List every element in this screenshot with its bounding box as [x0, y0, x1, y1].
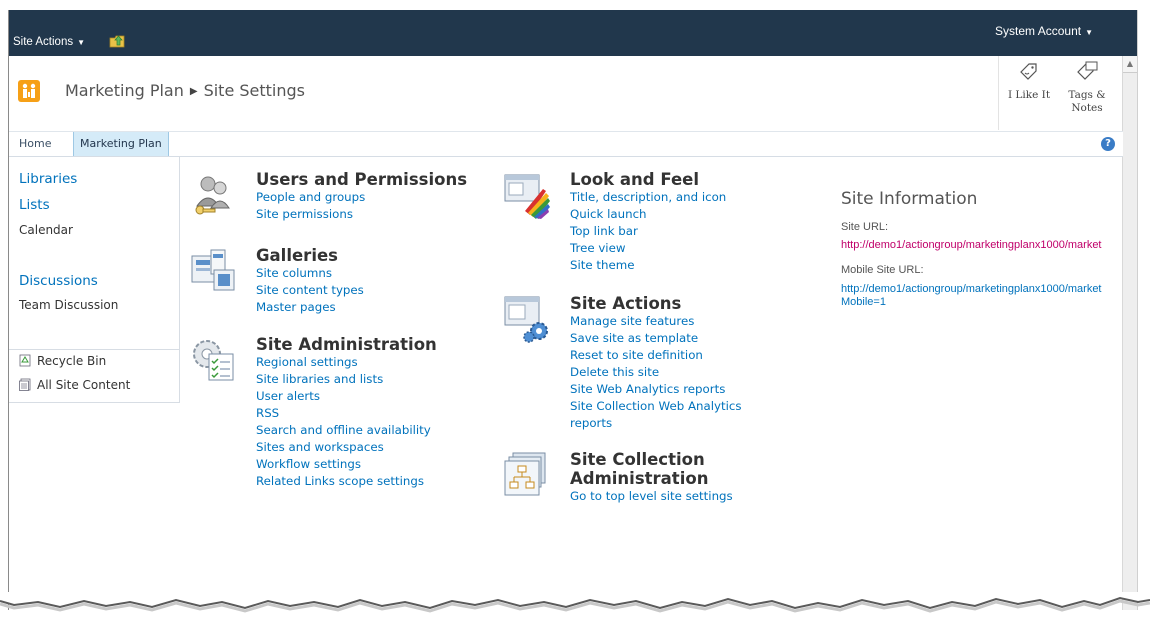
- site-web-analytics-link[interactable]: Site Web Analytics reports: [570, 381, 742, 398]
- site-columns-link[interactable]: Site columns: [256, 265, 364, 282]
- scroll-up-icon[interactable]: ▲: [1123, 56, 1137, 73]
- top-link-bar-link[interactable]: Top link bar: [570, 223, 726, 240]
- title-description-icon-link[interactable]: Title, description, and icon: [570, 189, 726, 206]
- galleries-icon: [191, 249, 235, 291]
- quick-launch-team-discussion[interactable]: Team Discussion: [19, 298, 118, 312]
- all-site-content-link[interactable]: All Site Content: [19, 378, 130, 392]
- site-actions-menu[interactable]: Site Actions ▼: [13, 36, 85, 48]
- site-collection-analytics-link[interactable]: Site Collection Web Analytics: [570, 398, 742, 415]
- related-links-scope-link[interactable]: Related Links scope settings: [256, 473, 437, 490]
- quick-launch-discussions[interactable]: Discussions: [19, 273, 98, 289]
- site-libraries-lists-link[interactable]: Site libraries and lists: [256, 371, 437, 388]
- tab-home[interactable]: Home: [13, 132, 57, 156]
- mobile-site-url-link[interactable]: http://demo1/actiongroup/marketingplanx1…: [841, 283, 1102, 309]
- galleries-title: Galleries: [256, 246, 338, 265]
- tag-icon: [1020, 63, 1037, 80]
- help-icon[interactable]: ?: [1101, 137, 1115, 151]
- breadcrumb-site-link[interactable]: Marketing Plan: [65, 81, 184, 100]
- sites-workspaces-link[interactable]: Sites and workspaces: [256, 439, 437, 456]
- users-permissions-title: Users and Permissions: [256, 170, 468, 189]
- site-collection-admin-icon: [504, 452, 546, 496]
- site-administration-icon: [193, 340, 234, 381]
- torn-edge-decoration: [0, 592, 1150, 613]
- quick-launch: Libraries Lists Calendar Discussions Tea…: [9, 156, 180, 403]
- site-collection-admin-title: Site Collection Administration: [570, 450, 733, 488]
- site-administration-section: Site Administration Regional settings Si…: [256, 335, 437, 490]
- users-permissions-section: Users and Permissions People and groups …: [256, 170, 467, 223]
- site-permissions-link[interactable]: Site permissions: [256, 206, 467, 223]
- save-site-template-link[interactable]: Save site as template: [570, 330, 742, 347]
- tags-notes-label: Tags & Notes: [1068, 89, 1106, 114]
- site-logo-icon[interactable]: [18, 80, 40, 102]
- top-level-site-settings-link[interactable]: Go to top level site settings: [570, 488, 733, 505]
- mobile-site-url-label: Mobile Site URL:: [841, 264, 924, 276]
- delete-site-link[interactable]: Delete this site: [570, 364, 742, 381]
- user-account-menu[interactable]: System Account ▼: [995, 24, 1093, 38]
- recycle-bin-link[interactable]: Recycle Bin: [19, 354, 106, 368]
- sharepoint-window: Site Actions ▼ System Account ▼ Marketing …: [8, 10, 1138, 610]
- site-theme-link[interactable]: Site theme: [570, 257, 726, 274]
- look-and-feel-section: Look and Feel Title, description, and ic…: [570, 170, 726, 274]
- site-collection-admin-title-line2: Administration: [570, 469, 709, 488]
- quick-launch-link[interactable]: Quick launch: [570, 206, 726, 223]
- quick-launch-calendar[interactable]: Calendar: [19, 223, 73, 237]
- rss-link[interactable]: RSS: [256, 405, 437, 422]
- look-and-feel-icon: [504, 174, 550, 219]
- users-permissions-icon: [195, 176, 230, 215]
- quick-launch-divider: [9, 349, 179, 350]
- account-label: System Account: [995, 24, 1082, 38]
- tree-view-link[interactable]: Tree view: [570, 240, 726, 257]
- all-site-content-label: All Site Content: [37, 378, 131, 392]
- site-actions-section: Site Actions Manage site features Save s…: [570, 294, 742, 432]
- site-url-label: Site URL:: [841, 221, 889, 233]
- site-actions-icon: [504, 296, 548, 343]
- manage-site-features-link[interactable]: Manage site features: [570, 313, 742, 330]
- chevron-down-icon: ▼: [77, 38, 86, 47]
- user-alerts-link[interactable]: User alerts: [256, 388, 437, 405]
- top-link-bar: Home Marketing Plan ?: [9, 131, 1123, 157]
- vertical-scrollbar[interactable]: ▲: [1122, 56, 1137, 610]
- site-content-types-link[interactable]: Site content types: [256, 282, 364, 299]
- galleries-section: Galleries Site columns Site content type…: [256, 246, 364, 316]
- quick-launch-lists[interactable]: Lists: [19, 197, 50, 213]
- all-site-content-icon: [19, 378, 31, 391]
- page-title: Site Settings: [203, 81, 306, 100]
- reset-site-definition-link[interactable]: Reset to site definition: [570, 347, 742, 364]
- workflow-settings-link[interactable]: Workflow settings: [256, 456, 437, 473]
- recycle-bin-icon: [19, 354, 31, 367]
- recycle-bin-label: Recycle Bin: [37, 354, 107, 368]
- tags-notes-button[interactable]: Tags & Notes: [1059, 60, 1115, 115]
- tags-notes-icon: [1077, 61, 1098, 80]
- site-collection-admin-section: Site Collection Administration Go to top…: [570, 450, 733, 505]
- social-buttons: I Like It Tags & Notes: [998, 56, 1115, 130]
- quick-launch-libraries[interactable]: Libraries: [19, 171, 77, 187]
- regional-settings-link[interactable]: Regional settings: [256, 354, 437, 371]
- i-like-it-button[interactable]: I Like It: [1001, 60, 1057, 101]
- master-pages-link[interactable]: Master pages: [256, 299, 364, 316]
- navigate-up-icon[interactable]: [109, 34, 125, 48]
- site-collection-analytics-link-cont[interactable]: reports: [570, 415, 742, 432]
- site-administration-title: Site Administration: [256, 335, 437, 354]
- i-like-it-label: I Like It: [1007, 89, 1051, 101]
- site-url-link[interactable]: http://demo1/actiongroup/marketingplanx1…: [841, 239, 1102, 251]
- tab-marketing-plan[interactable]: Marketing Plan: [73, 132, 169, 156]
- site-actions-title: Site Actions: [570, 294, 682, 313]
- people-groups-link[interactable]: People and groups: [256, 189, 467, 206]
- look-and-feel-title: Look and Feel: [570, 170, 699, 189]
- search-offline-link[interactable]: Search and offline availability: [256, 422, 437, 439]
- breadcrumb-arrow-icon: ▶: [189, 86, 198, 97]
- mobile-url-line1: http://demo1/actiongroup/marketingplanx1…: [841, 283, 1102, 295]
- site-actions-label: Site Actions: [13, 36, 74, 48]
- mobile-url-line2: Mobile=1: [841, 296, 886, 308]
- site-collection-admin-title-line1: Site Collection: [570, 450, 705, 469]
- site-information-title: Site Information: [841, 189, 978, 209]
- breadcrumb: Marketing Plan ▶ Site Settings: [65, 81, 305, 100]
- title-area: Marketing Plan ▶ Site Settings I Like It T…: [9, 56, 1137, 130]
- chevron-down-icon: ▼: [1085, 28, 1093, 37]
- ribbon-bar: Site Actions ▼ System Account ▼: [9, 10, 1137, 56]
